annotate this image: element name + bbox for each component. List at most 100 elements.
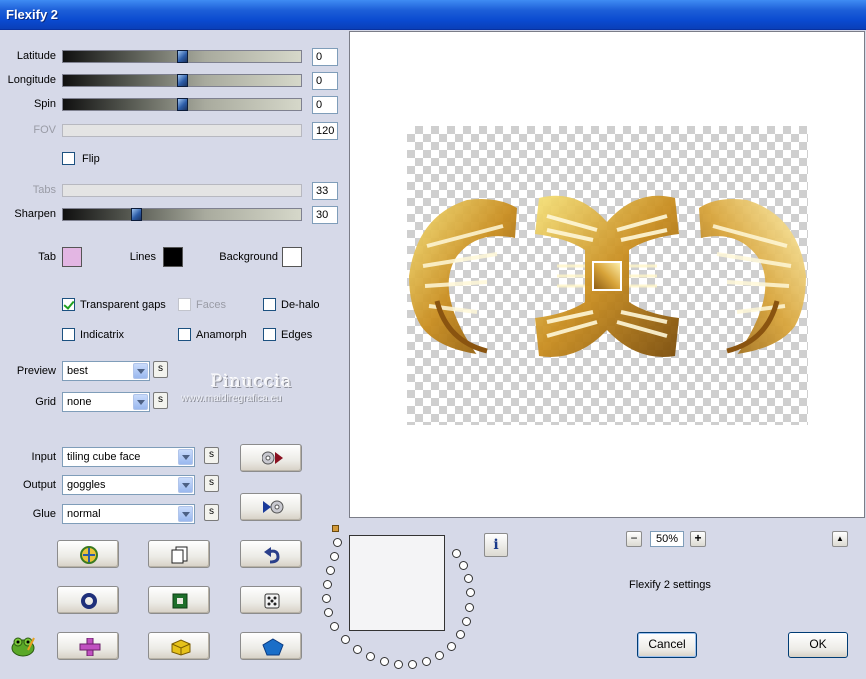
latitude-thumb[interactable] — [177, 50, 188, 63]
ring-dot[interactable] — [341, 635, 350, 644]
cancel-button[interactable]: Cancel — [637, 632, 697, 658]
window-title: Flexify 2 — [6, 7, 59, 22]
ring-dot[interactable] — [366, 652, 375, 661]
tabs-slider — [62, 184, 302, 197]
save-preset-button[interactable] — [240, 493, 302, 521]
ring-dot[interactable] — [422, 657, 431, 666]
ring-dot[interactable] — [462, 617, 471, 626]
play-cd-icon — [263, 500, 284, 514]
output-label: Output — [22, 479, 56, 491]
chevron-down-icon[interactable] — [133, 363, 148, 379]
ring-dot[interactable] — [452, 549, 461, 558]
load-preset-button[interactable] — [240, 444, 302, 472]
background-color-swatch[interactable] — [282, 247, 302, 267]
zoom-out-button[interactable]: − — [626, 531, 642, 547]
preview-s-button[interactable]: s — [153, 361, 168, 378]
frog-logo-icon — [10, 634, 36, 661]
lines-color-swatch[interactable] — [163, 247, 183, 267]
title-bar: Flexify 2 — [0, 0, 866, 30]
tabs-field: 33 — [312, 182, 338, 200]
undo-icon — [264, 547, 280, 564]
tab-color-swatch[interactable] — [62, 247, 82, 267]
ring-dot[interactable] — [394, 660, 403, 669]
ring-dot[interactable] — [465, 603, 474, 612]
transparency-checkerboard — [407, 126, 808, 425]
input-label: Input — [31, 451, 56, 463]
ring-dot[interactable] — [435, 651, 444, 660]
grid-s-button[interactable]: s — [153, 392, 168, 409]
ring-dot[interactable] — [466, 588, 475, 597]
copy-button[interactable] — [148, 540, 210, 568]
latitude-slider[interactable] — [62, 50, 302, 63]
spin-field[interactable]: 0 — [312, 96, 338, 114]
input-select-value: tiling cube face — [67, 451, 141, 463]
ring-dot[interactable] — [333, 538, 342, 547]
indicatrix-checkbox[interactable] — [62, 328, 75, 341]
preview-pane[interactable] — [349, 31, 865, 518]
chevron-down-icon[interactable] — [178, 477, 193, 493]
transparent-gaps-checkbox[interactable] — [62, 298, 75, 311]
ring-dot[interactable] — [324, 608, 333, 617]
cross-button[interactable] — [57, 632, 119, 660]
random-button[interactable] — [57, 540, 119, 568]
zoom-in-button[interactable]: + — [690, 531, 706, 547]
longitude-field[interactable]: 0 — [312, 72, 338, 90]
sharpen-thumb[interactable] — [131, 208, 142, 221]
glue-select[interactable]: normal — [62, 504, 195, 524]
input-select[interactable]: tiling cube face — [62, 447, 195, 467]
ring-dot[interactable] — [459, 561, 468, 570]
output-s-button[interactable]: s — [204, 475, 219, 492]
sharpen-slider[interactable] — [62, 208, 302, 221]
chevron-down-icon[interactable] — [178, 449, 193, 465]
ok-button[interactable]: OK — [788, 632, 848, 658]
ring-dot[interactable] — [322, 594, 331, 603]
fov-field: 120 — [312, 122, 338, 140]
longitude-thumb[interactable] — [177, 74, 188, 87]
flip-checkbox[interactable] — [62, 152, 75, 165]
sharpen-label: Sharpen — [14, 208, 56, 220]
grid-select[interactable]: none — [62, 392, 150, 412]
ring-dot[interactable] — [323, 580, 332, 589]
zoom-value[interactable]: 50% — [650, 531, 684, 547]
lines-color-label: Lines — [129, 251, 156, 263]
pentagon-button[interactable] — [240, 632, 302, 660]
indicatrix-label: Indicatrix — [80, 329, 125, 341]
scroll-up-button[interactable]: ▲ — [832, 531, 848, 547]
cube-button[interactable] — [148, 632, 210, 660]
ring-dot[interactable] — [330, 552, 339, 561]
dehalo-label: De-halo — [281, 299, 320, 311]
ring-dot[interactable] — [456, 630, 465, 639]
edges-checkbox[interactable] — [263, 328, 276, 341]
ring-dot[interactable] — [330, 622, 339, 631]
ring-dot[interactable] — [380, 657, 389, 666]
ring-dot[interactable] — [447, 642, 456, 651]
dot-ring-handle[interactable] — [332, 525, 339, 532]
ring-dot[interactable] — [353, 645, 362, 654]
ring-button[interactable] — [57, 586, 119, 614]
copy-icon — [171, 546, 188, 564]
longitude-slider[interactable] — [62, 74, 302, 87]
input-s-button[interactable]: s — [204, 447, 219, 464]
glue-s-button[interactable]: s — [204, 504, 219, 521]
sharpen-field[interactable]: 30 — [312, 206, 338, 224]
ring-dot[interactable] — [464, 574, 473, 583]
dehalo-checkbox[interactable] — [263, 298, 276, 311]
anamorph-checkbox[interactable] — [178, 328, 191, 341]
latitude-field[interactable]: 0 — [312, 48, 338, 66]
undo-button[interactable] — [240, 540, 302, 568]
chevron-down-icon[interactable] — [133, 394, 148, 410]
watermark-url: www.maidiregrafica.eu — [181, 393, 282, 404]
ring-dot[interactable] — [326, 566, 335, 575]
output-select[interactable]: goggles — [62, 475, 195, 495]
preview-select[interactable]: best — [62, 361, 150, 381]
cd-play-icon — [262, 451, 283, 465]
spin-slider[interactable] — [62, 98, 302, 111]
spin-thumb[interactable] — [177, 98, 188, 111]
info-button[interactable]: i — [484, 533, 508, 557]
chevron-down-icon[interactable] — [178, 506, 193, 522]
square-button[interactable] — [148, 586, 210, 614]
preview-select-value: best — [67, 365, 88, 377]
ring-dot[interactable] — [408, 660, 417, 669]
dice-button[interactable] — [240, 586, 302, 614]
dice-icon — [264, 593, 280, 609]
